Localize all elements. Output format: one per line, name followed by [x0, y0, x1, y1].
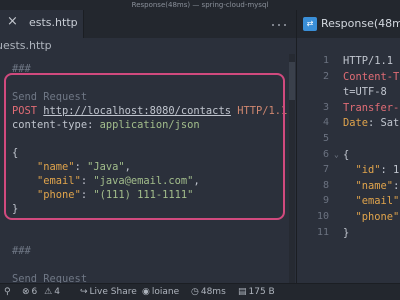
github-icon: ◉: [142, 287, 150, 297]
line-number: 5: [322, 133, 329, 144]
code-token: Send Request: [12, 273, 88, 283]
response-line[interactable]: }: [343, 226, 349, 240]
response-line[interactable]: Content-Ty: [343, 70, 400, 84]
response-line[interactable]: "name":: [343, 179, 400, 193]
response-line[interactable]: t=UTF-8: [343, 85, 387, 99]
code-token: "phone": [355, 211, 400, 223]
response-line[interactable]: "id": 11: [343, 163, 400, 177]
code-token: Content-Ty: [343, 70, 400, 83]
live-share-icon: ↪: [80, 287, 88, 297]
code-token: HTTP/1.1 2: [343, 55, 400, 67]
window-title: Response(48ms) — spring-cloud-mysql: [0, 0, 400, 10]
editor-window: Response(48ms) — spring-cloud-mysql × es…: [0, 0, 400, 300]
request-highlight-box: [4, 73, 285, 220]
response-pane: ⇄ Response(48ms) 1 HTTP/1.1 2 2 Content-Ty t…: [296, 10, 400, 283]
line-number: 10: [316, 211, 329, 222]
branch-icon: ⚲: [4, 287, 11, 297]
breadcrumb[interactable]: uests.http: [0, 38, 52, 54]
error-icon: ⊗: [22, 287, 30, 297]
github-username: loiane: [151, 287, 180, 297]
code-token: Transfer-E: [343, 101, 400, 114]
live-share-label: Live Share: [89, 287, 137, 297]
code-token: "name": [355, 179, 394, 192]
code-token: "id": [355, 164, 381, 177]
fold-chevron-icon[interactable]: ⌄: [334, 148, 339, 162]
response-line[interactable]: Transfer-E: [343, 101, 400, 115]
tab-requests-http[interactable]: × ests.http: [0, 10, 84, 38]
response-size[interactable]: ▤ 175 B: [238, 284, 275, 300]
more-actions-icon[interactable]: [270, 20, 290, 30]
size-value: 175 B: [248, 287, 275, 297]
warning-icon: ⚠: [44, 287, 53, 297]
code-token: }: [343, 226, 350, 239]
code-token: :: [393, 179, 400, 192]
timing-value: 48ms: [200, 287, 226, 297]
database-icon: ▤: [238, 287, 247, 297]
line-number: 11: [316, 226, 329, 238]
line-number: 6: [322, 148, 329, 160]
response-line[interactable]: Date: Sat,: [343, 116, 400, 130]
close-tab-icon[interactable]: ×: [7, 15, 18, 29]
line-number: 7: [322, 164, 329, 176]
line-number: 1: [322, 55, 329, 66]
editor-scrollbar[interactable]: [289, 54, 295, 283]
code-token: {: [343, 148, 350, 161]
error-count: 6: [31, 287, 38, 297]
code-line[interactable]: ###: [12, 244, 31, 258]
status-bar: ⚲ ⊗ 6 ⚠ 4 ↪ Live Share ◉ loiane ◷ 48ms ▤ 175 B: [0, 283, 400, 300]
live-share-button[interactable]: ↪ Live Share: [80, 284, 137, 300]
code-token: : Sat,: [368, 117, 400, 130]
line-number: 9: [322, 195, 329, 207]
scrollbar-thumb[interactable]: [289, 62, 295, 100]
line-number: 2: [322, 70, 329, 82]
tab-response[interactable]: ⇄ Response(48ms): [297, 10, 400, 38]
request-editor-pane: × ests.http uests.http ### Send Request PO…: [0, 10, 296, 283]
code-line[interactable]: Send Request: [12, 272, 87, 283]
branch-status[interactable]: ⚲: [4, 284, 13, 300]
code-token: : 11: [380, 164, 400, 177]
warning-count: 4: [54, 287, 60, 297]
clock-icon: ◷: [191, 287, 199, 297]
line-number: 3: [322, 101, 329, 113]
problems-status[interactable]: ⊗ 6 ⚠ 4: [22, 284, 60, 300]
editor-tabbar: × ests.http: [0, 10, 296, 38]
github-user[interactable]: ◉ loiane: [142, 284, 179, 300]
code-token: ###: [12, 245, 31, 257]
code-token: "email": [355, 195, 400, 208]
tab-label: ests.http: [29, 16, 78, 29]
response-tab-label: Response(48ms): [321, 17, 400, 30]
response-line[interactable]: "email":: [343, 194, 400, 208]
response-line[interactable]: HTTP/1.1 2: [343, 54, 400, 68]
response-line[interactable]: {: [343, 148, 349, 162]
response-line[interactable]: "phone":: [343, 210, 400, 224]
code-token: t=UTF-8: [343, 86, 387, 99]
response-icon: ⇄: [303, 17, 317, 31]
line-number: 8: [322, 179, 329, 191]
code-token: Date: [343, 117, 369, 130]
response-timing[interactable]: ◷ 48ms: [191, 284, 226, 300]
line-number: 4: [322, 117, 329, 129]
